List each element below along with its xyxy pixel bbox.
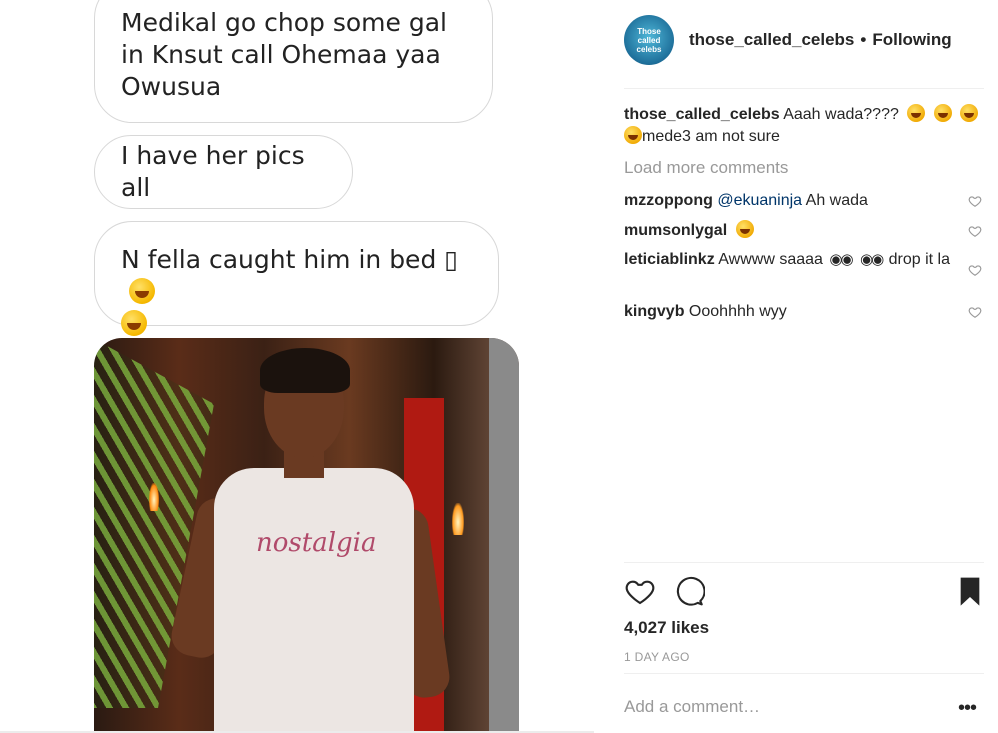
avatar-text: called [637,35,661,45]
load-more-comments-button[interactable]: Load more comments [624,158,788,178]
eyes-emoji-icon: ◉◉ [829,251,853,268]
shirt-print: nostalgia [256,528,377,558]
caption-text: Aaah wada???? [783,106,899,123]
laughing-emoji-icon [129,278,155,304]
comment-item: leticiablinkz Awwww saaaa ◉◉ ◉◉ drop it … [624,249,954,271]
comment-text: Ah wada [805,192,868,209]
comment-divider [624,673,984,674]
avatar[interactable]: Those called celebs [624,15,674,65]
weary-emoji-icon [907,104,926,122]
heart-icon[interactable] [968,194,982,208]
comment-text: Awwww saaaa [718,251,823,268]
laughing-emoji-icon [121,310,147,336]
comment-username-link[interactable]: leticiablinkz [624,251,715,268]
comment-mention-link[interactable]: @ekuaninja [717,192,802,209]
eyes-emoji-icon: ◉◉ [860,251,884,268]
chat-message-1: Medikal go chop some gal in Knsut call O… [121,8,447,101]
post-actions [624,575,984,609]
comment-username-link[interactable]: kingvyb [624,303,684,320]
header-username-link[interactable]: those_called_celebs [689,30,854,50]
heart-icon[interactable] [624,575,656,607]
laughing-emoji-icon [735,220,754,238]
header-divider [624,88,984,89]
likes-count[interactable]: 4,027 likes [624,618,709,638]
torch-flame [452,503,464,535]
post-header: Those called celebs those_called_celebs … [624,15,994,65]
caption-text-2: mede3 am not sure [642,128,780,145]
photo-edge [489,338,519,733]
avatar-text: Those [637,26,661,36]
heart-icon[interactable] [968,224,982,238]
post-caption: those_called_celebs Aaah wada???? mede3 … [624,104,984,148]
heart-icon[interactable] [968,305,982,319]
bookmark-icon[interactable] [954,575,986,607]
weary-emoji-icon [960,104,979,122]
post-timestamp: 1 DAY AGO [624,650,690,664]
actions-divider [624,562,984,563]
comment-item: mumsonlygal [624,220,954,242]
chat-photo: nostalgia [94,338,519,733]
comment-item: mzzoppong @ekuaninja Ah wada [624,190,954,212]
comment-item: kingvyb Ooohhhh wyy [624,301,954,323]
header-separator: • [860,30,867,49]
chat-bubble-3: N fella caught him in bed ▯ [94,221,499,336]
comment-icon[interactable] [673,575,705,607]
person-hair [260,348,350,393]
weary-emoji-icon [624,126,642,144]
heart-icon[interactable] [968,263,982,277]
chat-bubble-1: Medikal go chop some gal in Knsut call O… [94,0,493,123]
chat-message-2: I have her pics all [121,141,305,202]
post-panel: Those called celebs those_called_celebs … [594,0,998,733]
more-options-icon[interactable]: ••• [958,697,977,720]
post-media[interactable]: Medikal go chop some gal in Knsut call O… [0,0,594,733]
comment-username-link[interactable]: mumsonlygal [624,222,727,239]
add-comment-input[interactable]: Add a comment… [624,697,760,717]
comment-username-link[interactable]: mzzoppong [624,192,713,209]
avatar-text: celebs [636,44,662,54]
weary-emoji-icon [933,104,952,122]
chat-bubble-2: I have her pics all [94,135,353,209]
torch-flame [149,483,159,511]
comment-text: Ooohhhh wyy [688,303,787,320]
comment-text-2: drop it la [888,251,951,268]
caption-username-link[interactable]: those_called_celebs [624,106,780,123]
following-button[interactable]: Following [872,30,951,50]
person-shirt [214,468,414,733]
chat-message-3: N fella caught him in bed ▯ [121,245,459,274]
